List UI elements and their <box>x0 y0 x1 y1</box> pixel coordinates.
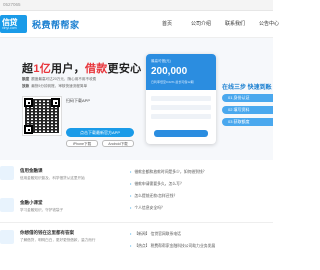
brand-name: 税费帮帮家 <box>32 20 80 30</box>
hero-banner: 超1亿用户，借款更安心 额度 额度最高可达20万元，随心用不用不收费 放款 最快5分… <box>0 38 273 160</box>
nav-item-home[interactable]: 首页 <box>150 20 184 27</box>
news-link[interactable]: 【热点】 税费帮帮家金融科技公司助力业务发展 <box>130 244 215 249</box>
site-header: 信贷 xinyi.com 税费帮帮家 首页 公司介绍 联系我们 公告中心 <box>0 11 279 38</box>
hero-feature-line: 额度 额度最高可达20万元，随心用不用不收费 <box>22 77 96 82</box>
news-icon <box>0 166 14 180</box>
feature-tag: 放款 <box>22 84 30 88</box>
faq-item[interactable]: 怎么提前还款/怎样还钱？ <box>130 194 177 199</box>
section-divider <box>0 222 273 223</box>
news-desc: 信用金融知识普及，科学借贷从这里开始 <box>20 176 85 180</box>
scan-hint: 扫码下载APP <box>66 98 91 103</box>
main-nav: 首页 公司介绍 联系我们 公告中心 <box>150 20 286 27</box>
feature-text: 最快5分钟到账，审核快速流程简单 <box>31 84 88 88</box>
limit-amount: 200,000 <box>151 66 188 77</box>
hero-title: 超1亿用户，借款更安心 <box>22 60 141 76</box>
phone-header: 最高可借(元) 200,000 日利率低至0.02% 最长可借12期 <box>146 54 216 90</box>
phone-row <box>151 96 211 101</box>
step-item[interactable]: 03 获取额度 <box>222 118 273 126</box>
qr-corner <box>24 125 33 134</box>
steps-title: 在线三步 快速到账 <box>222 85 272 91</box>
news-title[interactable]: 你想借的钱在这里都有答案 <box>20 230 74 236</box>
step-item[interactable]: 01 身份认证 <box>222 94 273 102</box>
hero-title-suffix: 更安心 <box>107 63 142 75</box>
hero-title-mid: 用户， <box>51 63 85 75</box>
faq-item[interactable]: 个人信息安全吗？ <box>130 206 164 211</box>
limit-subtext: 日利率低至0.02% 最长可借12期 <box>151 80 194 84</box>
news-icon <box>0 230 14 244</box>
phone-row <box>151 114 211 119</box>
phone-mockup: 最高可借(元) 200,000 日利率低至0.02% 最长可借12期 <box>146 54 216 144</box>
nav-item-about[interactable]: 公司介绍 <box>184 20 218 27</box>
nav-item-notices[interactable]: 公告中心 <box>252 20 286 27</box>
qr-corner <box>24 98 33 107</box>
hero-title-prefix: 超 <box>22 63 34 75</box>
ios-download-button[interactable]: iPhone下载 <box>66 140 98 147</box>
step-item[interactable]: 02 填写资料 <box>222 106 273 114</box>
site-logo[interactable]: 信贷 xinyi.com <box>0 15 27 33</box>
logo-subtext: xinyi.com <box>2 26 17 30</box>
news-title[interactable]: 金融小课堂 <box>20 200 43 206</box>
nav-item-contact[interactable]: 联系我们 <box>218 20 252 27</box>
news-title[interactable]: 信用金融课 <box>20 168 43 174</box>
limit-label: 最高可借(元) <box>151 59 171 63</box>
faq-item[interactable]: 借款申请需要多久，怎么写？ <box>130 182 183 187</box>
download-app-button[interactable]: 点击下载最新官方APP <box>66 128 134 137</box>
faq-item[interactable]: 借款金额和放款时间是多少，如何借到钱？ <box>130 170 206 175</box>
news-icon <box>0 198 14 212</box>
feature-text: 额度最高可达20万元，随心用不用不收费 <box>31 77 97 81</box>
hero-title-highlight: 1亿 <box>33 63 52 75</box>
news-link[interactable]: 【新闻】 信贷官网联系电话 <box>130 232 181 237</box>
hero-feature-line: 放款 最快5分钟到账，审核快速流程简单 <box>22 84 87 89</box>
qr-corner <box>51 98 60 107</box>
top-bar: 0527065 <box>0 0 273 11</box>
news-desc: 学习金融知识，守护钱袋子 <box>20 208 64 212</box>
feature-tag: 额度 <box>22 77 30 81</box>
phone-row <box>151 105 211 110</box>
android-download-button[interactable]: Android下载 <box>102 140 134 147</box>
hotline-text: 0527065 <box>3 2 21 7</box>
hero-title-highlight-2: 借款 <box>84 63 108 75</box>
news-desc: 了解借贷，明明白白，更好更快借款，量力而行 <box>20 238 96 242</box>
quick-steps: 在线三步 快速到账 01 身份认证 02 填写资料 03 获取额度 <box>222 82 273 130</box>
phone-apply-button <box>154 130 208 137</box>
qr-code <box>22 96 62 136</box>
